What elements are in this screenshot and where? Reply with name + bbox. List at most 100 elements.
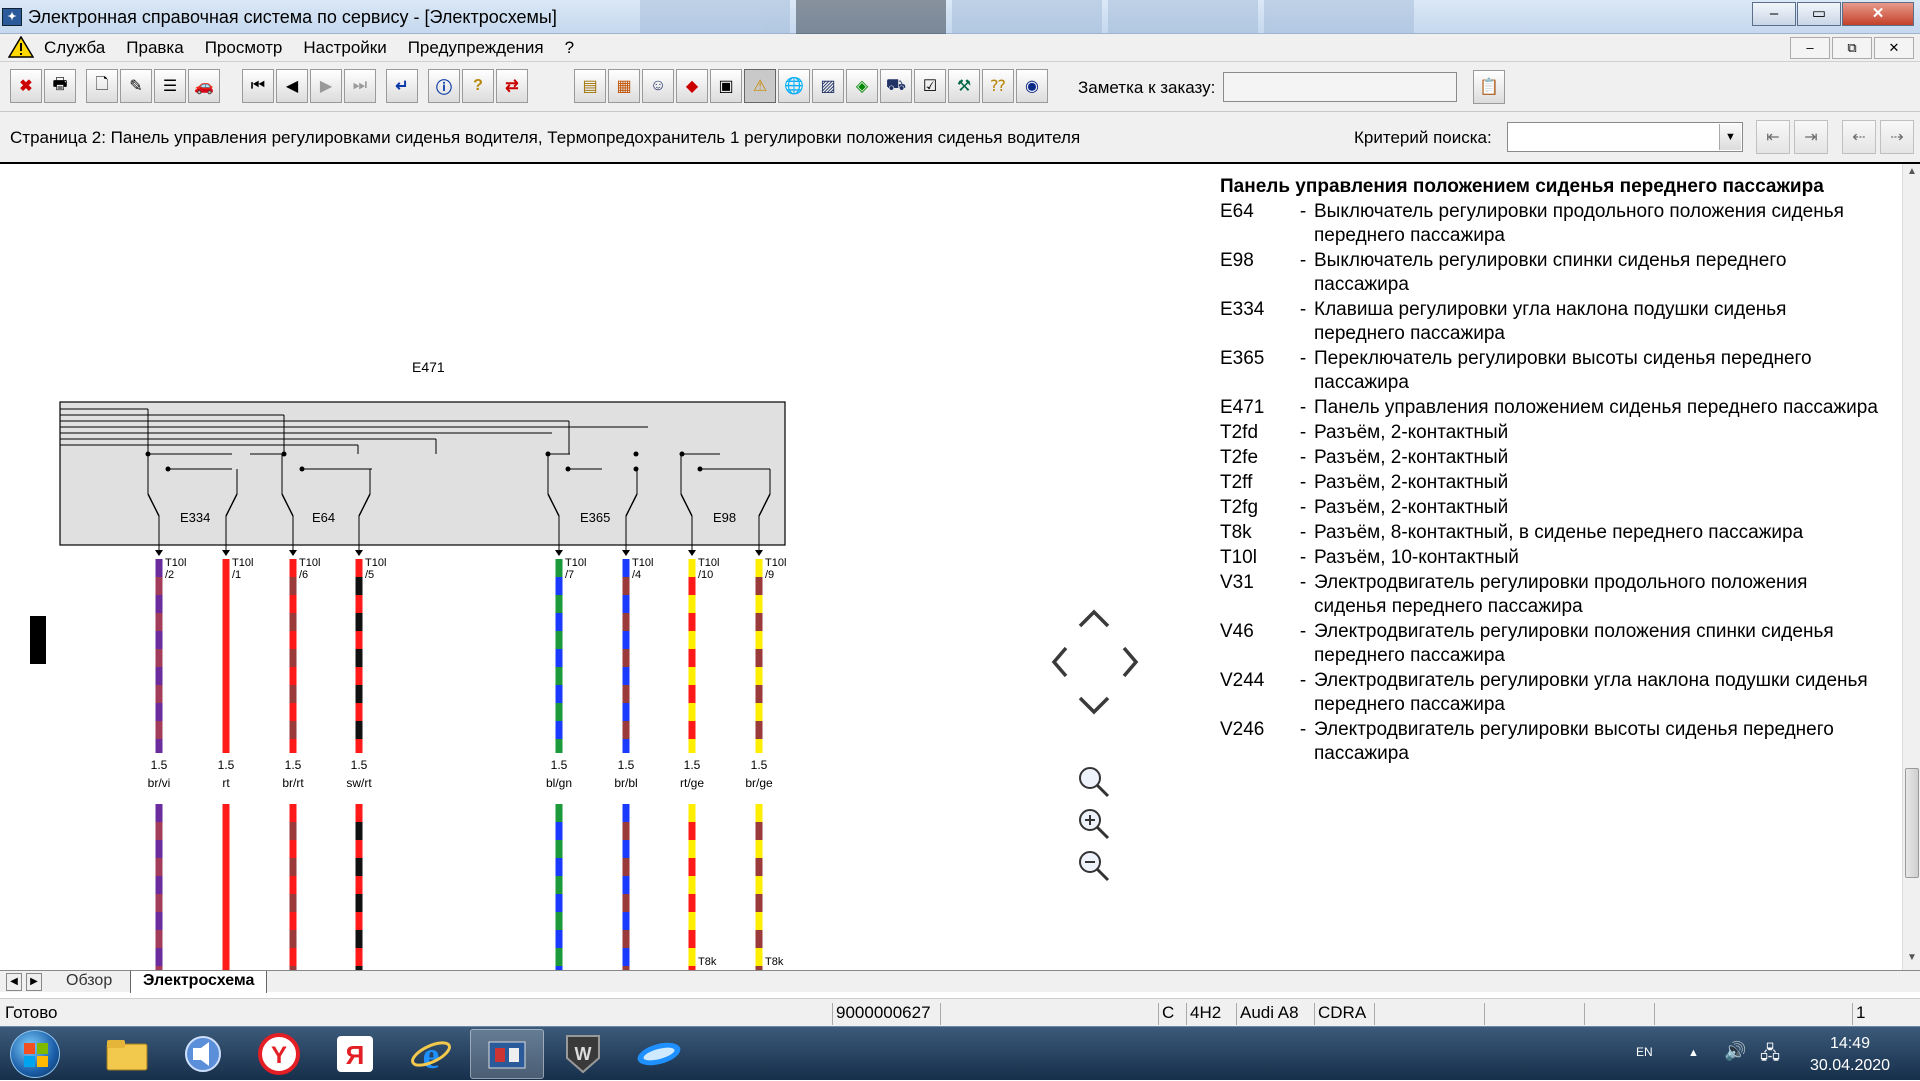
zoom-fit-icon[interactable]: [1079, 767, 1110, 798]
warning-toolbar-icon[interactable]: ⚠: [744, 69, 776, 103]
start-button[interactable]: [10, 1030, 60, 1078]
media-player-icon[interactable]: [166, 1029, 240, 1079]
green-book-icon[interactable]: ◈: [846, 69, 878, 103]
note-input[interactable]: [1223, 72, 1457, 102]
next-page-icon[interactable]: ▶: [310, 69, 342, 103]
pan-right-icon[interactable]: [1122, 646, 1139, 678]
network-icon[interactable]: 🖧: [1760, 1041, 1780, 1071]
legend-row: T2fe - Разъём, 2-контактный: [1220, 446, 1880, 470]
clock-date: 30.04.2020: [1809, 1057, 1891, 1074]
minimize-button[interactable]: –: [1752, 2, 1796, 26]
book-icon[interactable]: ▤: [574, 69, 606, 103]
menu-help[interactable]: ?: [565, 38, 585, 58]
wrench-book-icon[interactable]: ⚒: [948, 69, 980, 103]
globe-icon[interactable]: 🌐: [778, 69, 810, 103]
tab-wiring[interactable]: Электросхема: [130, 971, 268, 993]
scroll-down-icon[interactable]: ▼: [1905, 952, 1919, 968]
print-icon[interactable]: 🖶: [44, 69, 76, 103]
pin-label: T10l: [565, 557, 586, 569]
elsa-app-icon[interactable]: [470, 1029, 544, 1079]
list-icon[interactable]: ▣: [710, 69, 742, 103]
yandex-icon[interactable]: Я: [318, 1029, 392, 1079]
note-edit-icon[interactable]: 📋: [1473, 70, 1505, 104]
zoom-in-icon[interactable]: [1079, 809, 1110, 840]
pan-left-icon[interactable]: [1051, 646, 1068, 678]
switch-icon[interactable]: ⇄: [496, 69, 528, 103]
help-icon[interactable]: ?: [462, 69, 494, 103]
info-icon[interactable]: ⓘ: [428, 69, 460, 103]
pin-number: /4: [632, 569, 641, 581]
chevron-down-icon[interactable]: ▼: [1719, 124, 1741, 150]
scroll-thumb[interactable]: [1905, 768, 1919, 878]
menu-view[interactable]: Просмотр: [205, 38, 294, 58]
scroll-up-icon[interactable]: ▲: [1905, 166, 1919, 182]
tab-overview[interactable]: Обзор: [54, 971, 124, 993]
checklist-icon[interactable]: ☑: [914, 69, 946, 103]
background-window: [1264, 0, 1414, 34]
manual-icon[interactable]: ◆: [676, 69, 708, 103]
first-page-icon[interactable]: ⏮: [242, 69, 274, 103]
flag-circle-icon[interactable]: ◉: [1016, 69, 1048, 103]
search-prev-icon[interactable]: ⇤: [1756, 120, 1790, 154]
car-icon[interactable]: 🚗: [188, 69, 220, 103]
new-document-icon[interactable]: 🗋: [86, 69, 118, 103]
clock[interactable]: 14:49 30.04.2020: [1800, 1033, 1900, 1077]
document-list-icon[interactable]: ☰: [154, 69, 186, 103]
menu-settings[interactable]: Настройки: [303, 38, 397, 58]
page-right-icon[interactable]: ⇢: [1880, 120, 1914, 154]
maximize-button[interactable]: ▭: [1797, 2, 1841, 26]
mdi-close-button[interactable]: ✕: [1874, 37, 1914, 59]
search-next-icon[interactable]: ⇥: [1794, 120, 1828, 154]
tabs-row: ◀ ▶ Обзор Электросхема: [0, 970, 1920, 993]
edit-document-icon[interactable]: ✎: [120, 69, 152, 103]
close-button[interactable]: ✕: [1842, 2, 1914, 26]
tab-prev-icon[interactable]: ◀: [6, 973, 22, 991]
tray-expand-icon[interactable]: ▲: [1688, 1047, 1699, 1059]
legend-code: V31: [1220, 572, 1254, 593]
page-left-icon[interactable]: ⇠: [1842, 120, 1876, 154]
menu-service[interactable]: Служба: [44, 38, 116, 58]
person-icon[interactable]: ☺: [642, 69, 674, 103]
vertical-scrollbar[interactable]: ▲ ▼: [1902, 164, 1920, 970]
search-criteria-select[interactable]: ▼: [1507, 122, 1743, 152]
legend-dash: -: [1299, 522, 1307, 543]
internet-explorer-icon[interactable]: e: [394, 1029, 468, 1079]
wire-gauge: 1.5: [351, 758, 368, 772]
legend-dash: -: [1299, 621, 1307, 642]
pin-marker: [355, 550, 363, 556]
toolbar-group-navigation: ⏮ ◀ ▶ ⏭ ↵ ⓘ ? ⇄: [242, 69, 528, 105]
pan-down-icon[interactable]: [1078, 696, 1110, 715]
prev-page-icon[interactable]: ◀: [276, 69, 308, 103]
status-empty: [940, 1003, 1158, 1025]
grid-icon[interactable]: ▦: [608, 69, 640, 103]
tab-next-icon[interactable]: ▶: [26, 973, 42, 991]
world-of-tanks-icon[interactable]: W: [546, 1029, 620, 1079]
diagnosis-car-icon[interactable]: ⛟: [880, 69, 912, 103]
pin-label: T10l: [698, 557, 719, 569]
legend-row: E471 - Панель управления положением сидень…: [1220, 396, 1880, 420]
pin-number: /5: [365, 569, 374, 581]
wire-color-code: br/rt: [282, 776, 304, 790]
toolbar: ✖ 🖶 🗋 ✎ ☰ 🚗 ⏮ ◀ ▶ ⏭ ↵ ⓘ ? ⇄ ▤ ▦ ☺ ◆ ▣ ⚠ …: [0, 62, 1920, 112]
mdi-minimize-button[interactable]: –: [1790, 37, 1830, 59]
pan-up-icon[interactable]: [1078, 609, 1110, 628]
last-page-icon[interactable]: ⏭: [344, 69, 376, 103]
zoom-out-icon[interactable]: [1079, 851, 1110, 882]
question-doc-icon[interactable]: ⁇: [982, 69, 1014, 103]
yandex-browser-icon[interactable]: Y: [242, 1029, 316, 1079]
search-nav-buttons: ⇤ ⇥ ⇠ ⇢: [1756, 120, 1914, 154]
legend-desc: Электродвигатель регулировки положения с…: [1314, 621, 1834, 666]
exit-icon[interactable]: ✖: [10, 69, 42, 103]
repair-icon[interactable]: ▨: [812, 69, 844, 103]
mdi-restore-button[interactable]: ⧉: [1832, 37, 1872, 59]
app-blue-icon[interactable]: [622, 1029, 696, 1079]
wiring-diagram[interactable]: E471 E334 E64 E365 E98 T10l/21.5br/viT10…: [0, 164, 1030, 970]
menu-edit[interactable]: Правка: [126, 38, 194, 58]
volume-icon[interactable]: 🔊: [1724, 1041, 1746, 1062]
explorer-icon[interactable]: [90, 1029, 164, 1079]
language-indicator[interactable]: EN: [1636, 1045, 1653, 1059]
return-icon[interactable]: ↵: [386, 69, 418, 103]
menu-warnings[interactable]: Предупреждения: [408, 38, 555, 58]
pin-marker: [555, 550, 563, 556]
status-page: 1: [1852, 1003, 1912, 1025]
